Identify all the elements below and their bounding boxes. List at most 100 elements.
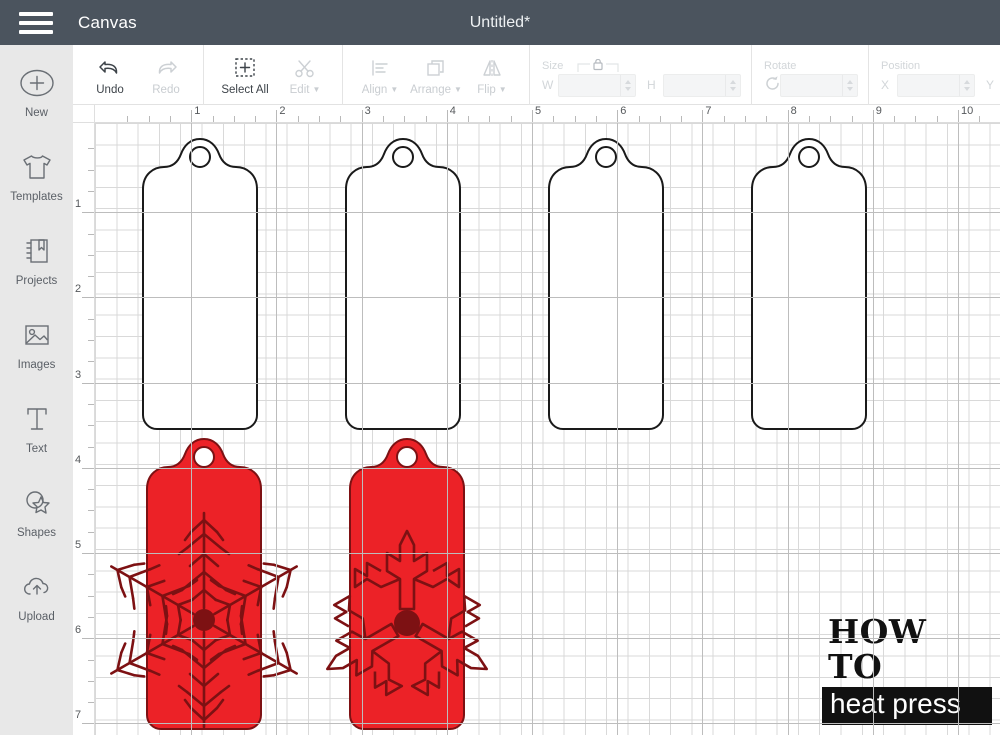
x-label: X: [881, 78, 890, 92]
edit-button[interactable]: Edit ▼: [277, 47, 333, 103]
horizontal-ruler[interactable]: 1 2 3 4 5 6 7 8 9 10: [95, 105, 1000, 123]
toolbar-group-position: Position X Y: [869, 45, 1000, 105]
tag-blank-3[interactable]: [511, 135, 701, 435]
left-sidebar: New Templates Projects Images Text Shape…: [0, 45, 73, 735]
ruler-tick-major: [82, 638, 94, 640]
position-title: Position: [881, 59, 921, 72]
align-label: Align ▼: [361, 83, 399, 96]
tag-snowflake-bold[interactable]: [312, 435, 502, 735]
ruler-label-h: 3: [364, 105, 371, 117]
tag-snowflake-detailed[interactable]: [109, 435, 299, 735]
x-stepper[interactable]: [959, 74, 974, 96]
ruler-tick-minor: [489, 116, 491, 122]
hamburger-menu-icon[interactable]: [19, 11, 53, 34]
rotate-stepper[interactable]: [842, 74, 857, 96]
grid-line-major-horizontal: [95, 297, 1000, 299]
ruler-tick-minor: [382, 116, 384, 122]
grid-line-major-vertical: [702, 123, 704, 735]
ruler-tick-minor: [212, 116, 214, 122]
align-button[interactable]: Align ▼: [352, 47, 408, 103]
vertical-ruler[interactable]: 1 2 3 4 5 6 7: [73, 123, 95, 735]
grid-line-major-vertical: [446, 123, 448, 735]
sidebar-item-new[interactable]: New: [0, 63, 73, 147]
ruler-tick-major: [82, 723, 94, 725]
ruler-tick-minor: [88, 318, 94, 320]
ruler-tick-major: [191, 110, 193, 122]
grid-line-major-horizontal: [95, 467, 1000, 469]
ruler-tick-major: [872, 110, 874, 122]
toolbar-group-history: Undo Redo: [73, 45, 204, 105]
width-input[interactable]: [558, 73, 636, 97]
sidebar-item-label: Upload: [18, 611, 55, 623]
undo-label: Undo: [96, 83, 124, 96]
height-input[interactable]: [663, 73, 741, 97]
ruler-label-v: 2: [75, 283, 82, 296]
watermark-line1: HOW TO: [828, 611, 927, 686]
grid-line-major-vertical: [276, 123, 278, 735]
ruler-tick-major: [446, 110, 448, 122]
x-input[interactable]: [897, 73, 975, 97]
sidebar-item-label: Projects: [15, 275, 58, 287]
scissors-icon: [293, 55, 317, 81]
tag-blank-4[interactable]: [714, 135, 904, 435]
align-icon: [368, 55, 392, 81]
sidebar-item-text[interactable]: Text: [0, 399, 73, 483]
grid-line-major-horizontal: [95, 382, 1000, 384]
ruler-label-h: 4: [449, 105, 456, 117]
canvas-section-label[interactable]: Canvas: [78, 13, 137, 33]
ruler-tick-major: [82, 553, 94, 554]
ruler-label-v: 5: [75, 539, 82, 551]
lock-aspect-ratio-icon[interactable]: [563, 58, 633, 74]
ruler-tick-minor: [88, 425, 94, 427]
ruler-tick-major: [702, 110, 704, 122]
redo-arrow-icon: [154, 55, 178, 81]
ruler-label-h: 8: [790, 105, 797, 117]
ruler-tick-minor: [88, 595, 94, 597]
chevron-down-icon: ▼: [312, 84, 321, 94]
toolbar-group-arrange: Align ▼ Arrange ▼ Flip ▼: [343, 45, 530, 105]
ruler-tick-minor: [88, 233, 94, 235]
sidebar-item-label: New: [24, 107, 48, 119]
undo-arrow-icon: [98, 55, 122, 81]
sidebar-item-images[interactable]: Images: [0, 315, 73, 399]
ruler-tick-minor: [88, 148, 94, 150]
undo-button[interactable]: Undo: [82, 47, 138, 103]
ruler-label-h: 7: [705, 105, 712, 117]
arrange-button[interactable]: Arrange ▼: [408, 47, 464, 103]
tag-blank-1[interactable]: [105, 135, 295, 435]
sidebar-item-upload[interactable]: Upload: [0, 567, 73, 651]
position-fields: X Y: [881, 73, 1000, 97]
ruler-tick-major: [787, 110, 789, 122]
ruler-tick-minor: [88, 531, 94, 533]
rotate-input[interactable]: [780, 73, 858, 97]
select-all-button[interactable]: Select All: [213, 47, 277, 103]
flip-button[interactable]: Flip ▼: [464, 47, 520, 103]
ruler-tick-minor: [88, 616, 94, 618]
sidebar-item-shapes[interactable]: Shapes: [0, 483, 73, 567]
redo-button[interactable]: Redo: [138, 47, 194, 103]
ruler-label-v: 6: [75, 624, 82, 637]
grid-line-major-vertical: [361, 123, 363, 735]
sidebar-item-templates[interactable]: Templates: [0, 147, 73, 231]
ruler-tick-minor: [127, 116, 129, 122]
sidebar-item-label: Text: [25, 443, 48, 455]
grid-line-major-vertical: [958, 123, 959, 735]
ruler-tick-minor: [979, 116, 981, 122]
sidebar-item-projects[interactable]: Projects: [0, 231, 73, 315]
width-stepper[interactable]: [620, 74, 635, 96]
ruler-tick-minor: [808, 116, 810, 122]
rotate-icon: [764, 75, 779, 95]
ruler-tick-minor: [425, 116, 427, 122]
book-bookmark-icon: [18, 231, 56, 271]
design-canvas[interactable]: HOW TO heat press: [95, 123, 1000, 735]
ruler-label-v: 7: [75, 709, 82, 722]
grid-line-major-horizontal: [95, 212, 1000, 214]
tag-blank-2[interactable]: [308, 135, 498, 435]
ruler-corner: [73, 105, 95, 123]
height-stepper[interactable]: [725, 74, 740, 96]
ruler-tick-major: [532, 110, 533, 122]
ruler-tick-minor: [723, 116, 725, 122]
grid-line-major-horizontal: [95, 553, 1000, 554]
plus-circle-icon: [18, 63, 56, 103]
ruler-tick-major: [82, 212, 94, 214]
